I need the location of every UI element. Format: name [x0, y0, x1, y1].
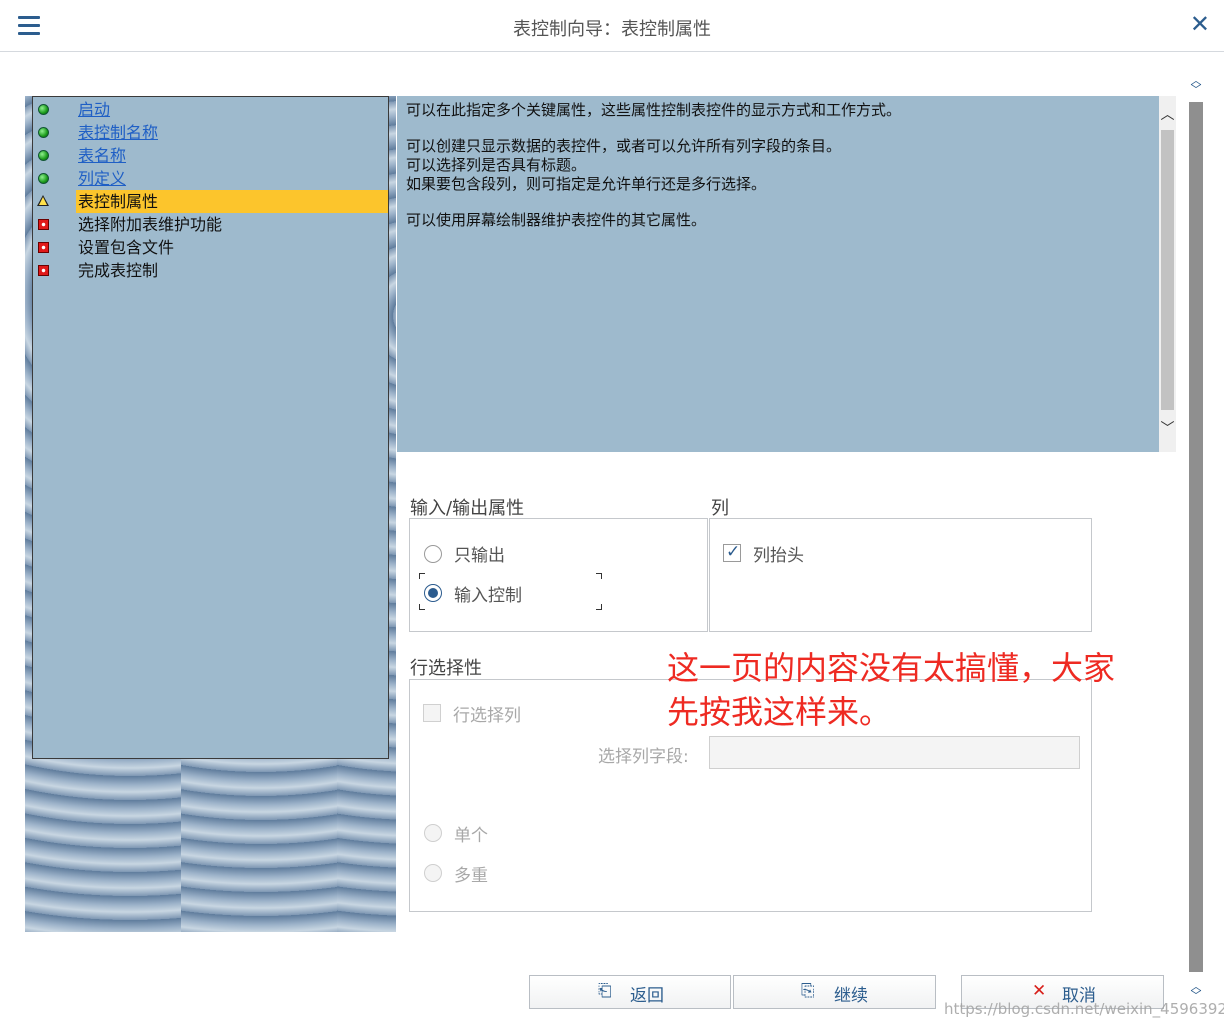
annotation-line: 这一页的内容没有太搞懂，大家 — [667, 649, 1116, 687]
step-item-complete: 完成表控制 — [33, 259, 388, 282]
back-button-label: 返回 — [630, 986, 664, 1006]
row-select-group-title: 行选择性 — [410, 658, 482, 679]
input-control-radio[interactable] — [424, 584, 442, 602]
focus-marker — [419, 604, 425, 610]
annotation-note: 这一页的内容没有太搞懂，大家 先按我这样来。 — [667, 646, 1115, 734]
continue-button-label: 继续 — [834, 986, 868, 1006]
step-item-table-name[interactable]: 表名称 — [33, 144, 388, 167]
step-item-table-control-name[interactable]: 表控制名称 — [33, 121, 388, 144]
multi-select-radio[interactable] — [424, 864, 442, 882]
column-header-checkbox[interactable] — [723, 542, 741, 562]
scroll-down-icon[interactable]: ︿ ﹀ — [1188, 981, 1204, 1001]
select-column-field-input[interactable] — [709, 736, 1080, 769]
column-group-box: 列抬头 — [709, 518, 1092, 632]
step-item-start[interactable]: 启动 — [33, 98, 388, 121]
scroll-up-icon[interactable]: ︿ ﹀ — [1188, 75, 1204, 95]
window-title: 表控制向导：表控制属性 — [513, 19, 711, 40]
step-item-table-control-attributes: 表控制属性 — [33, 190, 388, 213]
step-label[interactable]: 启动 — [76, 98, 112, 121]
back-icon: ⎗ — [598, 981, 612, 1001]
info-text: 如果要包含段列，则可指定是允许单行还是多行选择。 — [406, 175, 767, 193]
watermark: https://blog.csdn.net/weixin_45963929 — [944, 1000, 1224, 1018]
warning-triangle-icon — [37, 195, 49, 206]
chevron-up-icon[interactable]: ︿ — [1159, 104, 1176, 124]
focus-marker — [419, 573, 425, 579]
output-only-label[interactable]: 只输出 — [454, 541, 505, 566]
focus-marker — [596, 604, 602, 610]
step-item-column-definition[interactable]: 列定义 — [33, 167, 388, 190]
info-scrollbar[interactable]: ︿ ﹀ — [1159, 96, 1176, 452]
multi-select-label: 多重 — [454, 866, 488, 886]
title-bar: 表控制向导：表控制属性 ✕ — [0, 0, 1224, 52]
step-label: 表控制属性 — [76, 190, 388, 213]
step-label: 设置包含文件 — [78, 238, 175, 257]
cancel-x-icon: ✕ — [1032, 981, 1047, 1001]
annotation-line: 先按我这样来。 — [667, 693, 892, 731]
step-label[interactable]: 表控制名称 — [76, 121, 160, 144]
wizard-step-list: 启动 表控制名称 表名称 列定义 表控制属性 选择附加表维护功能 设置包含文件 … — [32, 96, 389, 759]
pending-status-icon — [38, 265, 49, 276]
scrollbar-thumb[interactable] — [1161, 130, 1174, 410]
column-header-label[interactable]: 列抬头 — [753, 541, 804, 566]
pending-status-icon — [38, 219, 49, 230]
output-only-radio[interactable] — [424, 545, 442, 563]
single-select-radio[interactable] — [424, 824, 442, 842]
focus-marker — [596, 573, 602, 579]
continue-button[interactable]: ⎘ 继续 — [733, 975, 936, 1009]
info-text: 可以选择列是否具有标题。 — [406, 156, 587, 174]
completed-status-icon — [38, 173, 49, 184]
step-item-maintenance-functions: 选择附加表维护功能 — [33, 213, 388, 236]
step-label[interactable]: 列定义 — [76, 167, 128, 190]
page-scrollbar[interactable]: ︿ ﹀ ︿ ﹀ — [1186, 72, 1206, 1024]
row-select-column-label: 行选择列 — [453, 706, 521, 726]
pending-status-icon — [38, 242, 49, 253]
info-text: 可以在此指定多个关键属性，这些属性控制表控件的显示方式和工作方式。 — [406, 101, 902, 119]
input-control-label[interactable]: 输入控制 — [454, 581, 522, 606]
completed-status-icon — [38, 127, 49, 138]
completed-status-icon — [38, 104, 49, 115]
completed-status-icon — [38, 150, 49, 161]
continue-icon: ⎘ — [801, 981, 815, 1001]
back-button[interactable]: ⎗ 返回 — [529, 975, 731, 1009]
info-text: 可以创建只显示数据的表控件，或者可以允许所有列字段的条目。 — [406, 137, 842, 155]
io-group-box: 只输出 输入控制 — [409, 518, 708, 632]
info-text: 可以使用屏幕绘制器维护表控件的其它属性。 — [406, 211, 707, 229]
close-icon[interactable]: ✕ — [1190, 10, 1210, 38]
step-label: 完成表控制 — [78, 261, 159, 280]
column-group-title: 列 — [711, 498, 729, 519]
row-select-column-checkbox[interactable] — [423, 704, 441, 722]
chevron-down-icon[interactable]: ﹀ — [1159, 418, 1176, 438]
io-group-title: 输入/输出属性 — [410, 498, 525, 519]
info-text-panel: 可以在此指定多个关键属性，这些属性控制表控件的显示方式和工作方式。 可以创建只显… — [397, 96, 1159, 452]
step-label[interactable]: 表名称 — [76, 144, 128, 167]
select-column-field-label: 选择列字段: — [598, 747, 689, 767]
scrollbar-thumb[interactable] — [1189, 102, 1203, 972]
single-select-label: 单个 — [454, 826, 488, 846]
step-item-include-files: 设置包含文件 — [33, 236, 388, 259]
step-label: 选择附加表维护功能 — [78, 215, 223, 234]
